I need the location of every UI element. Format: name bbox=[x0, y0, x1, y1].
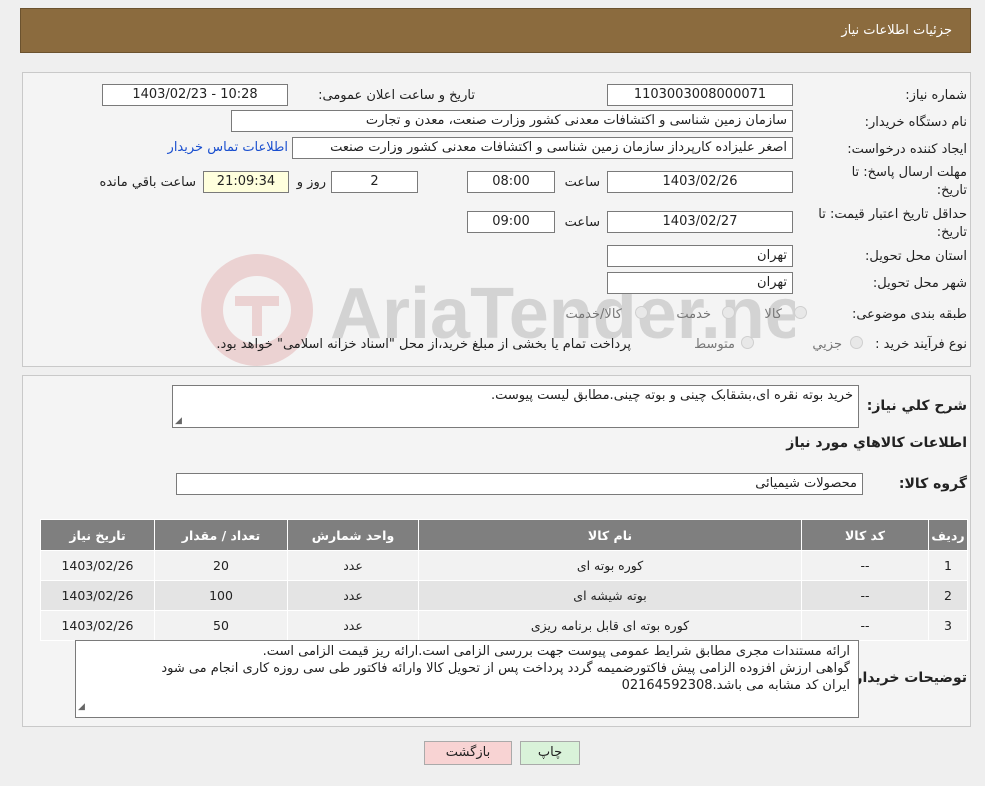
buyer-note-line: گواهی ارزش افزوده الزامی پیش فاکتورضمیمه… bbox=[161, 661, 850, 676]
buyer-notes-content: ارائه مستندات مجری مطابق شرایط عمومی پیو… bbox=[76, 641, 858, 694]
validity-label: حداقل تاریخ اعتبار قیمت: تا bbox=[818, 207, 967, 222]
deadline-time-field[interactable]: 08:00 bbox=[467, 171, 555, 193]
validity-time-label: ساعت bbox=[564, 215, 600, 230]
need-number-label: شماره نیاز: bbox=[905, 88, 967, 103]
buyer-notes-textarea[interactable]: ارائه مستندات مجری مطابق شرایط عمومی پیو… bbox=[75, 640, 859, 718]
table-row[interactable]: 2 -- بوته شیشه ای عدد 100 1403/02/26 bbox=[40, 580, 968, 611]
province-label: استان محل تحویل: bbox=[865, 249, 967, 264]
goods-info-title: اطلاعات کالاهاي مورد نياز bbox=[786, 435, 967, 451]
deadline-label: مهلت ارسال پاسخ: تا bbox=[851, 165, 967, 180]
days-field[interactable]: 2 bbox=[331, 171, 418, 193]
process-label: نوع فرآیند خرید : bbox=[875, 337, 967, 352]
remaining-label: ساعت باقي مانده bbox=[99, 175, 196, 190]
cell-date: 1403/02/26 bbox=[40, 550, 155, 581]
category-both-label: کالا/خدمت bbox=[565, 307, 622, 322]
cell-code: -- bbox=[801, 610, 929, 641]
cell-row: 3 bbox=[928, 610, 968, 641]
col-date-header: تاريخ نياز bbox=[40, 519, 155, 551]
print-button[interactable]: چاپ bbox=[520, 741, 580, 765]
col-row-header: رديف bbox=[928, 519, 968, 551]
city-field[interactable]: تهران bbox=[607, 272, 793, 294]
province-field[interactable]: تهران bbox=[607, 245, 793, 267]
days-label: روز و bbox=[296, 175, 326, 190]
table-row[interactable]: 1 -- کوره بوته ای عدد 20 1403/02/26 bbox=[40, 550, 968, 581]
remaining-time-field: 21:09:34 bbox=[203, 171, 289, 193]
table-row[interactable]: 3 -- کوره بوته ای قابل برنامه ریزی عدد 5… bbox=[40, 610, 968, 641]
cell-date: 1403/02/26 bbox=[40, 580, 155, 611]
announce-label: تاریخ و ساعت اعلان عمومی: bbox=[318, 88, 475, 103]
process-medium-label: متوسط bbox=[694, 337, 735, 352]
cell-code: -- bbox=[801, 580, 929, 611]
city-label: شهر محل تحویل: bbox=[872, 276, 967, 291]
cell-unit: عدد bbox=[287, 610, 419, 641]
cell-qty: 50 bbox=[154, 610, 288, 641]
buyer-note-line: ایران کد مشابه می باشد.02164592308 bbox=[621, 678, 850, 693]
summary-text: خرید بوته نقره ای،بشقابک چینی و بوته چین… bbox=[490, 388, 853, 403]
buyer-contact-link[interactable]: اطلاعات تماس خریدار bbox=[168, 140, 288, 155]
page-header: جزئیات اطلاعات نیاز bbox=[20, 8, 971, 53]
category-goods-label: کالا bbox=[764, 307, 782, 322]
announce-field[interactable]: 1403/02/23 - 10:28 bbox=[102, 84, 288, 106]
process-minor-radio[interactable] bbox=[850, 336, 863, 349]
cell-name: کوره بوته ای bbox=[418, 550, 802, 581]
category-goods-radio[interactable] bbox=[794, 306, 807, 319]
need-number-field[interactable]: 1103003008000071 bbox=[607, 84, 793, 106]
back-button[interactable]: بازگشت bbox=[424, 741, 512, 765]
buyer-notes-label: توضیحات خریدار: bbox=[848, 670, 967, 686]
cell-name: بوته شیشه ای bbox=[418, 580, 802, 611]
category-both-radio[interactable] bbox=[635, 306, 648, 319]
table-header-row: رديف کد کالا نام کالا واحد شمارش تعداد /… bbox=[40, 519, 968, 551]
goods-group-field[interactable]: محصولات شیمیائی bbox=[176, 473, 863, 495]
process-medium-radio[interactable] bbox=[741, 336, 754, 349]
validity-date-field[interactable]: 1403/02/27 bbox=[607, 211, 793, 233]
page-title: جزئیات اطلاعات نیاز bbox=[841, 23, 952, 38]
cell-date: 1403/02/26 bbox=[40, 610, 155, 641]
cell-name: کوره بوته ای قابل برنامه ریزی bbox=[418, 610, 802, 641]
summary-textarea[interactable]: خرید بوته نقره ای،بشقابک چینی و بوته چین… bbox=[172, 385, 859, 428]
category-service-label: خدمت bbox=[676, 307, 711, 322]
creator-label: ایجاد کننده درخواست: bbox=[847, 142, 967, 157]
cell-code: -- bbox=[801, 550, 929, 581]
cell-qty: 100 bbox=[154, 580, 288, 611]
cell-unit: عدد bbox=[287, 580, 419, 611]
deadline-date-field[interactable]: 1403/02/26 bbox=[607, 171, 793, 193]
creator-field[interactable]: اصغر علیزاده کارپرداز سازمان زمین شناسی … bbox=[292, 137, 793, 159]
summary-label: شرح کلي نياز: bbox=[866, 398, 967, 414]
resize-grip-icon[interactable]: ◢ bbox=[78, 699, 85, 716]
category-service-radio[interactable] bbox=[722, 306, 735, 319]
category-label: طبقه بندی موضوعی: bbox=[851, 307, 967, 322]
process-minor-label: جزیي bbox=[812, 337, 842, 352]
col-name-header: نام کالا bbox=[418, 519, 802, 551]
buyer-org-field[interactable]: سازمان زمین شناسی و اکتشافات معدنی کشور … bbox=[231, 110, 793, 132]
goods-group-label: گروه کالا: bbox=[898, 476, 967, 492]
col-qty-header: تعداد / مقدار bbox=[154, 519, 288, 551]
cell-row: 2 bbox=[928, 580, 968, 611]
col-unit-header: واحد شمارش bbox=[287, 519, 419, 551]
items-table: رديف کد کالا نام کالا واحد شمارش تعداد /… bbox=[40, 519, 968, 641]
col-code-header: کد کالا bbox=[801, 519, 929, 551]
process-note: پرداخت تمام یا بخشی از مبلغ خرید،از محل … bbox=[216, 337, 631, 352]
cell-qty: 20 bbox=[154, 550, 288, 581]
buyer-org-label: نام دستگاه خریدار: bbox=[864, 115, 967, 130]
resize-grip-icon[interactable]: ◢ bbox=[175, 416, 182, 426]
cell-unit: عدد bbox=[287, 550, 419, 581]
validity-label-2: تاریخ: bbox=[936, 225, 967, 240]
deadline-label-2: تاریخ: bbox=[936, 183, 967, 198]
validity-time-field[interactable]: 09:00 bbox=[467, 211, 555, 233]
deadline-time-label: ساعت bbox=[564, 175, 600, 190]
cell-row: 1 bbox=[928, 550, 968, 581]
buyer-note-line: ارائه مستندات مجری مطابق شرایط عمومی پیو… bbox=[262, 644, 850, 659]
